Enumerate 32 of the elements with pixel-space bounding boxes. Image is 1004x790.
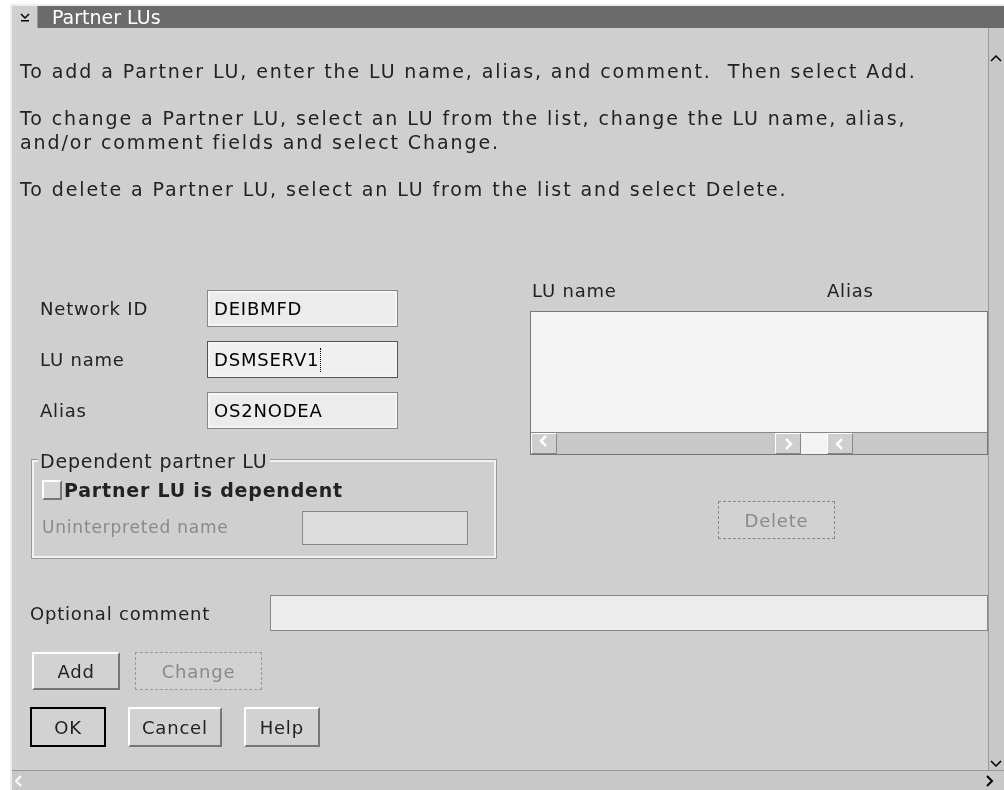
dialog-button[interactable]: Cancel xyxy=(128,707,222,747)
checkbox-label[interactable]: Partner LU is dependent xyxy=(64,476,343,505)
field-label: Uninterpreted name xyxy=(42,515,230,539)
system-menu-button[interactable] xyxy=(12,6,38,28)
field-label: Optional comment xyxy=(29,601,212,626)
input-field[interactable]: DEIBMFD xyxy=(208,291,397,326)
input-field[interactable]: OS2NODEA xyxy=(208,393,397,428)
checkbox[interactable] xyxy=(42,480,62,501)
scroll-left-icon[interactable] xyxy=(531,433,557,454)
instruction-text: To delete a Partner LU, select an LU from the list and select Delete. xyxy=(20,177,789,201)
scroll-down-icon[interactable] xyxy=(989,758,1003,770)
instruction-text: To add a Partner LU, enter the LU name, alias, and comment. Then select Add. xyxy=(20,59,918,83)
horizontal-scrollbar[interactable] xyxy=(531,433,801,454)
scroll-left-icon[interactable] xyxy=(827,433,853,454)
column-header: Alias xyxy=(827,279,874,299)
field-label: LU name xyxy=(39,348,126,372)
scroll-up-icon[interactable] xyxy=(989,52,1003,64)
instruction-text: To change a Partner LU, select an LU from the list, change the LU name, alias, and/or comment fields and select Change. xyxy=(20,106,908,154)
vertical-scrollbar[interactable] xyxy=(988,28,1004,770)
minimize-arrow-icon xyxy=(18,11,31,23)
comment-field[interactable] xyxy=(270,595,988,631)
column-header: LU name xyxy=(532,279,618,299)
dialog-button[interactable]: OK xyxy=(30,707,106,747)
horizontal-scrollbar[interactable] xyxy=(12,770,1004,790)
input-field[interactable]: DSMSERV1 xyxy=(208,342,397,377)
field-label: Network ID xyxy=(39,297,150,321)
field-label: Alias xyxy=(39,399,88,423)
action-button[interactable]: Add xyxy=(32,652,120,690)
horizontal-scrollbar[interactable] xyxy=(827,433,987,454)
list-box[interactable] xyxy=(530,311,988,455)
dialog-button[interactable]: Help xyxy=(243,707,320,747)
window-title: Partner LUs xyxy=(52,4,161,30)
